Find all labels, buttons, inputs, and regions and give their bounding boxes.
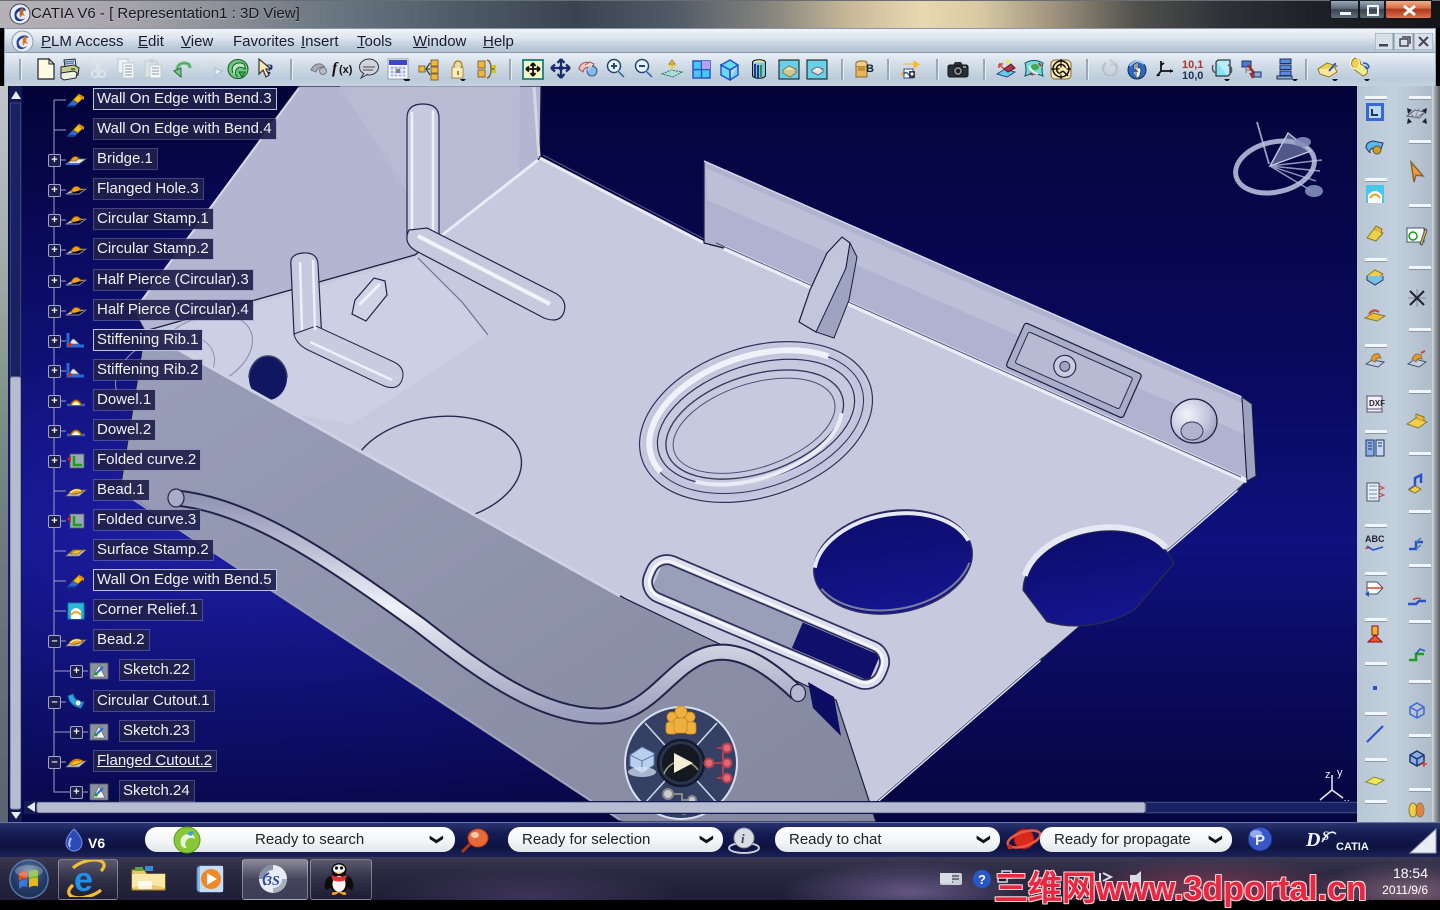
svg-text:10,0: 10,0 [1182,70,1203,81]
svg-text:P: P [1255,832,1265,849]
svg-text:3S: 3S [264,874,280,889]
svg-text:?: ? [978,872,986,887]
svg-text:ABC: ABC [1365,534,1385,544]
svg-text:V6: V6 [88,835,105,851]
svg-text:CATIA: CATIA [1336,841,1369,853]
svg-text:i: i [741,831,745,846]
svg-text:DXF: DXF [1369,399,1385,408]
svg-text:z: z [1325,769,1331,781]
svg-text:y: y [1337,767,1343,779]
svg-text:D: D [1305,829,1320,851]
svg-text:B: B [866,63,874,75]
